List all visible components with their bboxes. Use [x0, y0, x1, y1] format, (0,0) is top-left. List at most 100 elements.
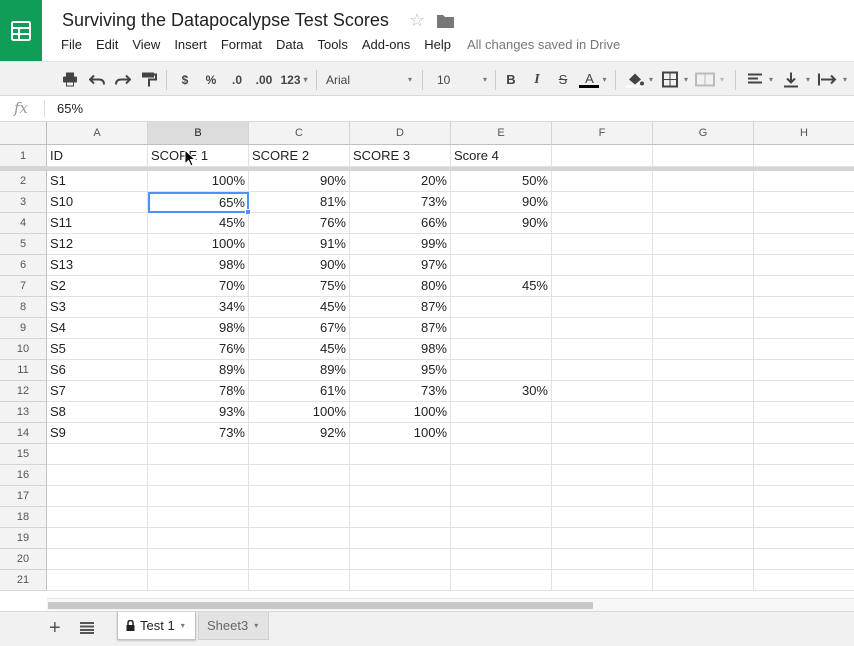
table-cell[interactable]: [754, 486, 854, 507]
table-cell[interactable]: [350, 486, 451, 507]
chevron-down-icon[interactable]: ▾: [649, 71, 653, 88]
sheets-logo-icon[interactable]: [0, 0, 42, 61]
row-header[interactable]: 10: [0, 339, 47, 360]
chevron-down-icon[interactable]: ▾: [684, 71, 688, 88]
merge-cells-icon[interactable]: [695, 71, 715, 88]
table-cell[interactable]: 20%: [350, 171, 451, 192]
table-cell[interactable]: 70%: [148, 276, 249, 297]
table-cell[interactable]: [148, 549, 249, 570]
table-cell[interactable]: 66%: [350, 213, 451, 234]
table-cell[interactable]: [451, 423, 552, 444]
header-cell[interactable]: [552, 145, 653, 167]
table-cell[interactable]: [653, 297, 754, 318]
borders-icon[interactable]: [662, 71, 678, 88]
table-cell[interactable]: 81%: [249, 192, 350, 213]
table-cell[interactable]: S11: [47, 213, 148, 234]
table-cell[interactable]: [754, 276, 854, 297]
table-cell[interactable]: [451, 486, 552, 507]
sheet-tab-test-1[interactable]: Test 1 ▾: [117, 612, 196, 640]
chevron-down-icon[interactable]: ▾: [181, 621, 185, 630]
fill-handle[interactable]: [245, 209, 251, 215]
table-cell[interactable]: 45%: [249, 297, 350, 318]
table-cell[interactable]: [249, 570, 350, 591]
fill-color-icon[interactable]: [626, 71, 644, 88]
folder-icon[interactable]: [437, 14, 454, 28]
row-header[interactable]: 17: [0, 486, 47, 507]
undo-icon[interactable]: [89, 71, 105, 88]
table-cell[interactable]: [653, 255, 754, 276]
table-cell[interactable]: 98%: [350, 339, 451, 360]
table-cell[interactable]: [249, 528, 350, 549]
header-cell[interactable]: SCORE 2: [249, 145, 350, 167]
menu-addons[interactable]: Add-ons: [362, 37, 410, 52]
table-cell[interactable]: 93%: [148, 402, 249, 423]
table-cell[interactable]: [754, 465, 854, 486]
table-cell[interactable]: [552, 360, 653, 381]
table-cell[interactable]: 89%: [249, 360, 350, 381]
table-cell[interactable]: [148, 444, 249, 465]
font-family-select[interactable]: Arial ▾: [326, 71, 412, 88]
italic-button[interactable]: I: [530, 71, 544, 88]
table-cell[interactable]: [653, 486, 754, 507]
table-cell[interactable]: [350, 549, 451, 570]
table-cell[interactable]: [754, 234, 854, 255]
table-cell[interactable]: [754, 507, 854, 528]
table-cell[interactable]: [754, 360, 854, 381]
bold-button[interactable]: B: [504, 71, 518, 88]
table-cell[interactable]: [653, 234, 754, 255]
table-cell[interactable]: [451, 549, 552, 570]
table-cell[interactable]: [249, 444, 350, 465]
table-cell[interactable]: 100%: [148, 234, 249, 255]
redo-icon[interactable]: [115, 71, 131, 88]
table-cell[interactable]: [451, 255, 552, 276]
vertical-align-icon[interactable]: [783, 71, 799, 88]
table-cell[interactable]: [653, 570, 754, 591]
table-cell[interactable]: [653, 276, 754, 297]
table-cell[interactable]: [552, 528, 653, 549]
header-cell[interactable]: SCORE 1: [148, 145, 249, 167]
header-cell[interactable]: [754, 145, 854, 167]
table-cell[interactable]: [754, 381, 854, 402]
row-header[interactable]: 6: [0, 255, 47, 276]
table-cell[interactable]: S10: [47, 192, 148, 213]
horizontal-scrollbar[interactable]: [47, 598, 854, 611]
table-cell[interactable]: 100%: [350, 423, 451, 444]
chevron-down-icon[interactable]: ▾: [769, 71, 773, 88]
menu-insert[interactable]: Insert: [174, 37, 207, 52]
table-cell[interactable]: [249, 465, 350, 486]
table-cell[interactable]: 50%: [451, 171, 552, 192]
table-cell[interactable]: [47, 507, 148, 528]
table-cell[interactable]: [552, 339, 653, 360]
table-cell[interactable]: [653, 528, 754, 549]
column-header-g[interactable]: G: [653, 122, 754, 145]
table-cell[interactable]: [350, 570, 451, 591]
table-cell[interactable]: [653, 444, 754, 465]
percent-format-button[interactable]: %: [203, 71, 219, 88]
select-all-corner[interactable]: [0, 122, 50, 145]
currency-format-button[interactable]: $: [178, 71, 192, 88]
table-cell[interactable]: S5: [47, 339, 148, 360]
menu-format[interactable]: Format: [221, 37, 262, 52]
table-cell[interactable]: 99%: [350, 234, 451, 255]
table-cell[interactable]: [451, 318, 552, 339]
increase-decimals-button[interactable]: .00: [253, 71, 275, 88]
table-cell[interactable]: 90%: [249, 171, 350, 192]
table-cell[interactable]: 87%: [350, 297, 451, 318]
table-cell[interactable]: S7: [47, 381, 148, 402]
table-cell[interactable]: [653, 402, 754, 423]
table-cell[interactable]: S9: [47, 423, 148, 444]
table-cell[interactable]: [754, 192, 854, 213]
table-cell[interactable]: [350, 507, 451, 528]
table-cell[interactable]: [451, 507, 552, 528]
table-cell[interactable]: 90%: [451, 192, 552, 213]
table-cell[interactable]: S2: [47, 276, 148, 297]
table-cell[interactable]: 90%: [249, 255, 350, 276]
table-cell[interactable]: 92%: [249, 423, 350, 444]
header-cell[interactable]: ID: [47, 145, 148, 167]
header-cell[interactable]: Score 4: [451, 145, 552, 167]
add-sheet-button[interactable]: +: [49, 617, 61, 640]
table-cell[interactable]: 100%: [249, 402, 350, 423]
table-cell[interactable]: S12: [47, 234, 148, 255]
table-cell[interactable]: S1: [47, 171, 148, 192]
table-cell[interactable]: [754, 339, 854, 360]
